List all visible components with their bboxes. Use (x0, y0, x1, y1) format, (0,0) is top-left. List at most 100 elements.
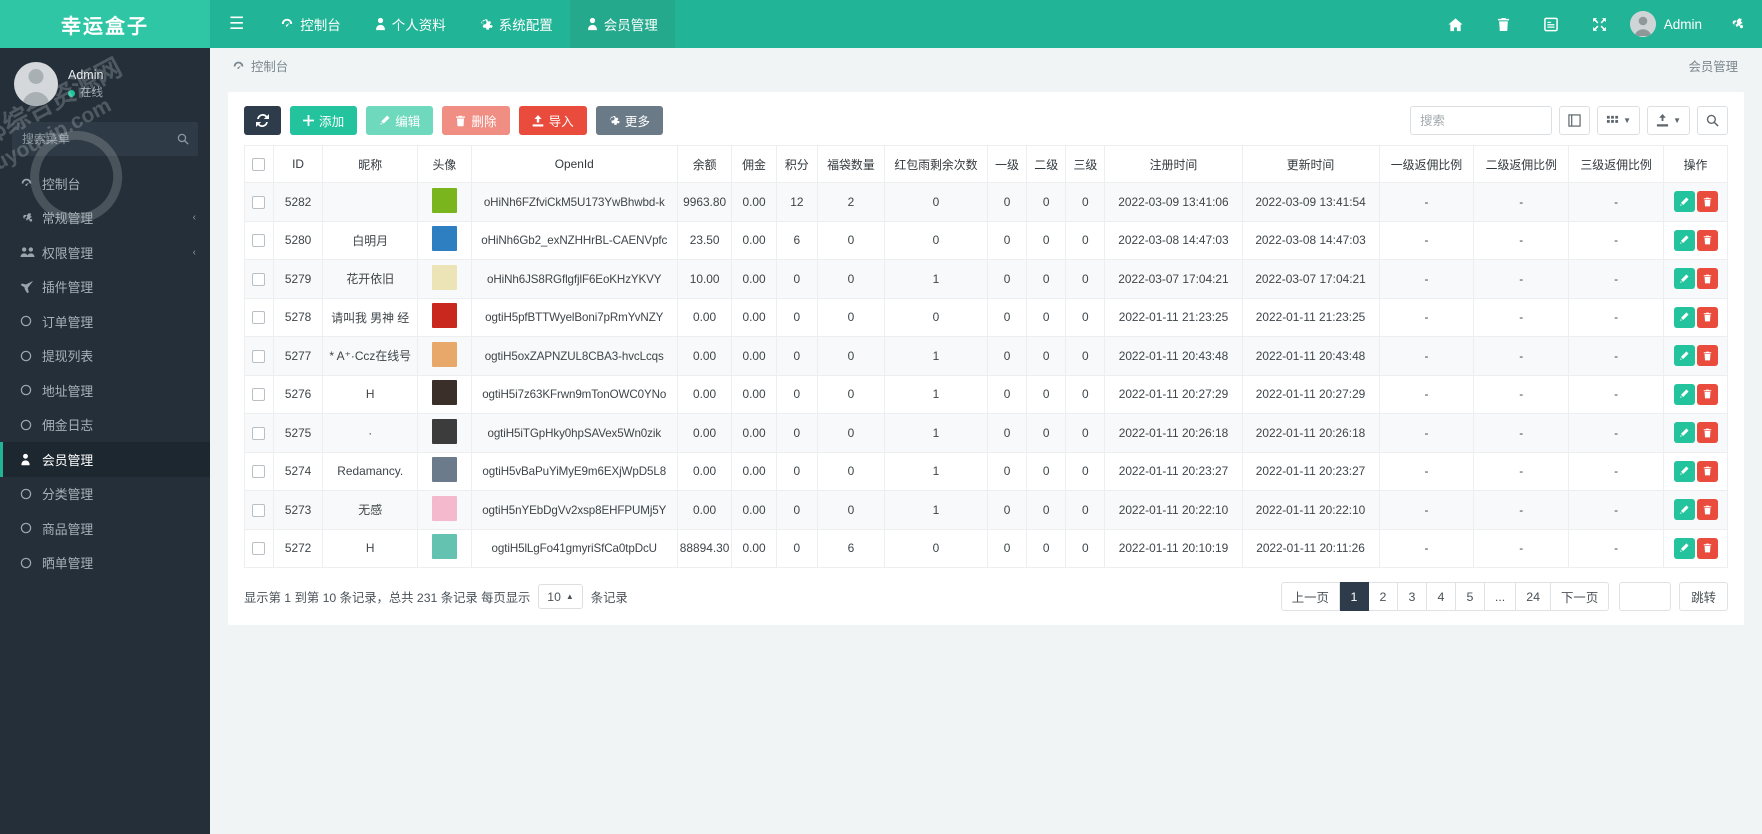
row-checkbox-cell[interactable] (244, 490, 274, 530)
search-button[interactable] (1697, 106, 1728, 135)
import-button[interactable]: 导入 (518, 106, 587, 135)
brand-logo[interactable]: 幸运盒子 (0, 0, 210, 48)
col-openid[interactable]: OpenId (470, 145, 678, 183)
row-delete-button[interactable] (1696, 191, 1718, 213)
col-nickname[interactable]: 昵称 (322, 145, 419, 183)
row-checkbox[interactable] (252, 272, 266, 286)
row-edit-button[interactable] (1673, 499, 1695, 521)
row-edit-button[interactable] (1673, 460, 1695, 482)
page-button-2[interactable]: 2 (1368, 582, 1398, 611)
trash-icon[interactable] (1480, 0, 1527, 48)
table-row[interactable]: 5277 * A⁺·Ccz在线号 ogtiH5oxZAPNZUL8CBA3-hvcL… (244, 336, 1728, 376)
refresh-button[interactable] (244, 106, 281, 135)
sidebar-item-permissions[interactable]: 权限管理 ‹ (0, 235, 210, 270)
sidebar-item-plugins[interactable]: 插件管理 (0, 270, 210, 305)
table-row[interactable]: 5274 Redamancy. ogtiH5vBaPuYiMyE9m6EXjWpD5… (244, 451, 1728, 491)
row-checkbox[interactable] (252, 311, 266, 325)
topnav-user-menu[interactable]: Admin (1624, 11, 1712, 37)
row-checkbox-cell[interactable] (244, 451, 274, 491)
col-rate2[interactable]: 二级返佣比例 (1473, 145, 1570, 183)
col-rate3[interactable]: 三级返佣比例 (1568, 145, 1664, 183)
delete-button[interactable]: 删除 (442, 106, 510, 135)
select-all-header[interactable] (244, 145, 274, 183)
row-edit-button[interactable] (1673, 229, 1695, 251)
more-button[interactable]: 更多 (595, 106, 663, 135)
table-row[interactable]: 5282 oHiNh6FZfviCkM5U173YwBhwbd-k 9963.80 0… (244, 182, 1728, 222)
col-bags[interactable]: 福袋数量 (816, 145, 885, 183)
home-icon[interactable] (1431, 0, 1480, 48)
col-register-time[interactable]: 注册时间 (1104, 145, 1243, 183)
col-level3[interactable]: 三级 (1065, 145, 1106, 183)
col-level1[interactable]: 一级 (986, 145, 1028, 183)
topnav-item-settings[interactable]: 系统配置 (463, 0, 570, 48)
row-checkbox-cell[interactable] (244, 413, 274, 453)
row-checkbox[interactable] (252, 195, 266, 209)
row-delete-button[interactable] (1696, 537, 1718, 559)
cogs-icon[interactable] (1712, 0, 1762, 48)
row-delete-button[interactable] (1696, 383, 1718, 405)
row-checkbox[interactable] (252, 542, 266, 556)
topnav-item-members[interactable]: 会员管理 (569, 0, 675, 48)
sidebar-item-addresses[interactable]: 地址管理 (0, 373, 210, 408)
jump-button[interactable]: 跳转 (1679, 582, 1728, 611)
row-edit-button[interactable] (1673, 268, 1695, 290)
table-row[interactable]: 5279 花开依旧 oHiNh6JS8RGflgfjlF6EoKHzYKVY 10.0… (244, 259, 1728, 299)
row-delete-button[interactable] (1696, 229, 1718, 251)
sidebar-user-block[interactable]: Admin 在线 (0, 48, 210, 120)
breadcrumb-left[interactable]: 控制台 (232, 57, 288, 75)
table-row[interactable]: 5278 请叫我 男神 经 ogtiH5pfBTTWyelBoni7pRmYvNZY… (244, 297, 1728, 337)
next-page-button[interactable]: 下一页 (1551, 582, 1610, 611)
row-checkbox-cell[interactable] (244, 297, 274, 337)
fullscreen-table-button[interactable] (1559, 106, 1591, 135)
topnav-item-profile[interactable]: 个人资料 (358, 0, 463, 48)
row-edit-button[interactable] (1673, 191, 1695, 213)
edit-button[interactable]: 编辑 (366, 106, 434, 135)
fullscreen-icon[interactable] (1575, 0, 1624, 48)
sidebar-item-showcase[interactable]: 晒单管理 (0, 546, 210, 581)
row-checkbox[interactable] (252, 465, 266, 479)
sidebar-item-members[interactable]: 会员管理 (0, 442, 210, 477)
row-edit-button[interactable] (1673, 306, 1695, 328)
col-rate1[interactable]: 一级返佣比例 (1378, 145, 1475, 183)
page-button-1[interactable]: 1 (1339, 582, 1369, 611)
table-row[interactable]: 5272 HogtiH5lLgFo41gmyriSfCa0tpDcU 88894.3… (244, 528, 1728, 568)
prev-page-button[interactable]: 上一页 (1280, 582, 1340, 611)
row-checkbox[interactable] (252, 349, 266, 363)
jump-page-input[interactable] (1619, 582, 1672, 611)
col-avatar[interactable]: 头像 (417, 145, 472, 183)
col-rain[interactable]: 红包雨剩余次数 (883, 145, 988, 183)
col-points[interactable]: 积分 (775, 145, 818, 183)
row-checkbox[interactable] (252, 388, 266, 402)
row-checkbox-cell[interactable] (244, 182, 274, 222)
row-delete-button[interactable] (1696, 345, 1718, 367)
sidebar-item-categories[interactable]: 分类管理 (0, 477, 210, 512)
row-edit-button[interactable] (1673, 383, 1695, 405)
row-checkbox[interactable] (252, 426, 266, 440)
page-size-select[interactable]: 10 ▲ (538, 584, 583, 609)
row-checkbox-cell[interactable] (244, 528, 274, 568)
sidebar-item-products[interactable]: 商品管理 (0, 511, 210, 546)
page-button-3[interactable]: 3 (1397, 582, 1427, 611)
topnav-item-dashboard[interactable]: 控制台 (263, 0, 358, 48)
window-icon[interactable] (1527, 0, 1575, 48)
sidebar-search-box[interactable] (12, 122, 198, 156)
row-delete-button[interactable] (1696, 460, 1718, 482)
page-button-5[interactable]: 5 (1455, 582, 1485, 611)
row-delete-button[interactable] (1696, 422, 1718, 444)
row-checkbox-cell[interactable] (244, 374, 274, 414)
table-row[interactable]: 5280 白明月 oHiNh6Gb2_exNZHHrBL-CAENVpfc 23.50… (244, 220, 1728, 260)
row-checkbox[interactable] (252, 503, 266, 517)
col-commission[interactable]: 佣金 (731, 145, 777, 183)
add-button[interactable]: 添加 (290, 106, 358, 135)
col-id[interactable]: ID (272, 145, 324, 183)
sidebar-item-dashboard[interactable]: 控制台 (0, 166, 210, 201)
page-button-24[interactable]: 24 (1516, 582, 1552, 611)
row-delete-button[interactable] (1696, 268, 1718, 290)
row-checkbox-cell[interactable] (244, 336, 274, 376)
export-button[interactable]: ▼ (1647, 106, 1690, 135)
page-button-4[interactable]: 4 (1426, 582, 1456, 611)
row-checkbox[interactable] (252, 234, 266, 248)
sidebar-toggle-button[interactable]: ☰ (210, 0, 263, 48)
row-delete-button[interactable] (1696, 499, 1718, 521)
col-balance[interactable]: 余额 (676, 145, 733, 183)
